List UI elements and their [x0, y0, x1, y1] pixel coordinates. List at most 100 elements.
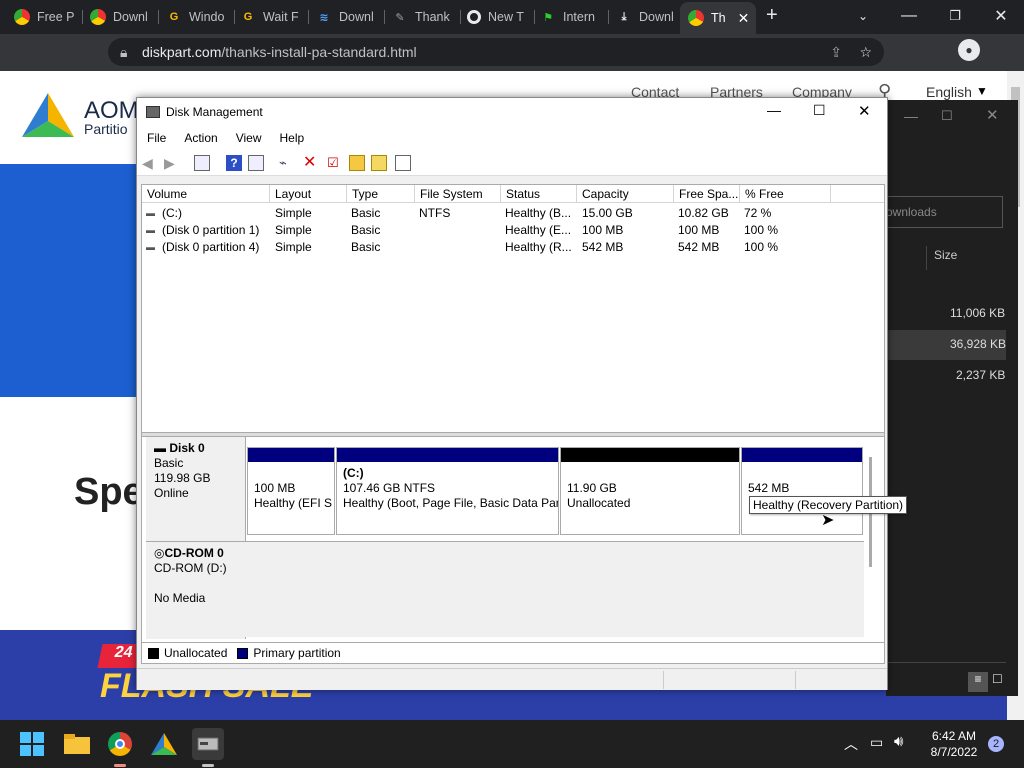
volume-icon[interactable]: 🔊︎ — [894, 733, 903, 750]
list-view-icon[interactable] — [395, 155, 411, 171]
tab-9[interactable]: ⤓ Downl — [616, 4, 678, 30]
url-bar[interactable]: 🔒︎ diskpart.com/thanks-install-pa-standa… — [108, 38, 884, 66]
table-cell: Healthy (E... — [505, 223, 572, 237]
disk0-label[interactable]: ▬ Disk 0 Basic 119.98 GB Online — [146, 437, 246, 541]
help-icon[interactable]: ? — [226, 155, 242, 171]
taskbar: ︿ ▭ 🔊︎ 6:42 AM 8/7/2022 2 — [0, 720, 1024, 768]
file-explorer-icon[interactable] — [61, 728, 93, 760]
search-downloads-input[interactable]: ownloads — [886, 196, 1003, 228]
col-type[interactable]: Type — [347, 185, 415, 203]
tab-1[interactable]: Free P — [14, 4, 76, 30]
aomei-logo-icon — [18, 91, 78, 139]
check-icon[interactable]: ☑ — [327, 155, 343, 171]
legend: Unallocated Primary partition — [141, 642, 885, 664]
address-toolbar: ← → ↻ 🔒︎ diskpart.com/thanks-install-pa-… — [0, 34, 1024, 93]
tiles-view-icon[interactable]: ☐ — [992, 672, 1003, 686]
clock-date[interactable]: 8/7/2022 — [926, 745, 982, 759]
table-row[interactable]: (Disk 0 partition 1) Simple Basic Healthy (… — [142, 222, 884, 239]
disk-icon: ▬ — [154, 441, 170, 455]
cdrom-area[interactable] — [244, 541, 864, 637]
tab-active[interactable]: Th ✕ — [680, 2, 756, 34]
disk-management-taskbar-icon[interactable] — [192, 728, 224, 760]
close-icon[interactable]: ✕ — [986, 106, 999, 124]
tab-5[interactable]: ≋ Downl — [316, 4, 378, 30]
download-icon: ⤓ — [621, 10, 627, 23]
lock-icon: 🔒︎ — [120, 43, 128, 60]
menu-file[interactable]: File — [147, 128, 166, 150]
tab-2[interactable]: Downl — [90, 4, 152, 30]
menu-view[interactable]: View — [236, 128, 262, 150]
menu-help[interactable]: Help — [280, 128, 305, 150]
start-windows-icon[interactable] — [16, 728, 48, 760]
table-cell: 100 % — [744, 240, 779, 254]
cdrom-label[interactable]: ◎CD-ROM 0 CD-ROM (D:) No Media — [146, 541, 246, 639]
table-cell: 100 MB — [678, 223, 720, 237]
aomei-taskbar-icon[interactable] — [148, 728, 180, 760]
restore-button[interactable]: ❐ — [932, 0, 978, 32]
tab-7[interactable]: New T — [467, 4, 529, 30]
clock-time[interactable]: 6:42 AM — [928, 729, 980, 743]
share-icon[interactable]: ⇪ — [830, 44, 842, 61]
partition-recovery[interactable]: 542 MB — [741, 447, 863, 535]
col-filesystem[interactable]: File System — [415, 185, 501, 203]
new-tab-button[interactable]: + — [766, 4, 778, 27]
col-status[interactable]: Status — [501, 185, 577, 203]
tab-8[interactable]: ⚑ Intern — [540, 4, 602, 30]
profile-avatar-icon[interactable]: ● — [958, 39, 980, 61]
minimize-button[interactable]: — — [767, 102, 781, 118]
col-percent-free[interactable]: % Free — [740, 185, 831, 203]
col-capacity[interactable]: Capacity — [577, 185, 674, 203]
table-cell: 100 % — [744, 223, 779, 237]
table-row[interactable]: (C:) Simple Basic NTFS Healthy (B... 15.00 GB… — [142, 205, 884, 222]
col-layout[interactable]: Layout — [270, 185, 347, 203]
bookmark-star-icon[interactable]: ☆ — [859, 44, 872, 61]
back-arrow-icon[interactable]: ◀ — [142, 155, 158, 171]
delete-icon[interactable]: ✕ — [303, 155, 319, 171]
partition-efi[interactable]: 100 MB Healthy (EFI S — [247, 447, 335, 535]
language-select[interactable]: English — [926, 84, 972, 100]
col-volume[interactable]: Volume — [142, 185, 270, 203]
disk-management-window: Disk Management — ☐ ✕ File Action View H… — [136, 97, 908, 690]
maximize-button[interactable]: ☐ — [813, 102, 826, 119]
table-cell: Healthy (B... — [505, 206, 572, 220]
chrome-multicolor-icon — [688, 10, 704, 26]
notification-badge[interactable]: 2 — [988, 736, 1004, 752]
size-column-header[interactable]: Size — [934, 248, 957, 262]
col-extra — [831, 185, 884, 203]
window-title: Disk Management — [166, 105, 263, 119]
forward-arrow-icon[interactable]: ▶ — [164, 155, 180, 171]
table-row[interactable]: (Disk 0 partition 4) Simple Basic Healthy (… — [142, 239, 884, 256]
properties-icon[interactable] — [248, 155, 264, 171]
volume-list: Volume Layout Type File System Status Ca… — [141, 184, 885, 434]
minimize-icon[interactable]: — — [904, 108, 918, 124]
table-cell: 100 MB — [582, 223, 624, 237]
search-folder-icon[interactable] — [371, 155, 387, 171]
disk-management-icon — [146, 106, 160, 118]
tab-search-icon[interactable]: ⌄ — [840, 0, 886, 32]
volume-drive-icon: ▬ — [146, 208, 155, 218]
minimize-button[interactable]: — — [886, 0, 932, 32]
tab-6[interactable]: ✎ Thank — [392, 4, 454, 30]
close-window-button[interactable]: ✕ — [978, 0, 1024, 32]
close-tab-icon[interactable]: ✕ — [738, 10, 750, 27]
partition-c[interactable]: (C:) 107.46 GB NTFS Healthy (Boot, Page Fi… — [336, 447, 559, 535]
menu-action[interactable]: Action — [184, 128, 217, 150]
file-size: 36,928 KB — [950, 337, 1007, 351]
chevron-up-icon[interactable]: ︿ — [844, 734, 858, 754]
table-cell: Basic — [351, 240, 381, 254]
close-button[interactable]: ✕ — [858, 102, 871, 120]
partition-unallocated[interactable]: 11.90 GB Unallocated — [560, 447, 740, 535]
show-hide-console-icon[interactable] — [194, 155, 210, 171]
tab-3[interactable]: G Windo — [166, 4, 228, 30]
menu-bar: File Action View Help — [137, 128, 887, 150]
table-cell: (Disk 0 partition 4) — [162, 240, 260, 254]
col-free-space[interactable]: Free Spa... — [674, 185, 740, 203]
tab-4[interactable]: G Wait F — [240, 4, 302, 30]
chrome-taskbar-icon[interactable] — [104, 728, 136, 760]
network-icon[interactable]: ▭ — [870, 734, 883, 751]
maximize-icon[interactable]: ☐ — [941, 108, 953, 124]
chevron-down-icon: ▼ — [976, 84, 988, 98]
folder-up-icon[interactable] — [349, 155, 365, 171]
details-view-icon[interactable]: ≡ — [968, 672, 988, 692]
connect-icon[interactable]: ⌁ — [279, 155, 295, 171]
